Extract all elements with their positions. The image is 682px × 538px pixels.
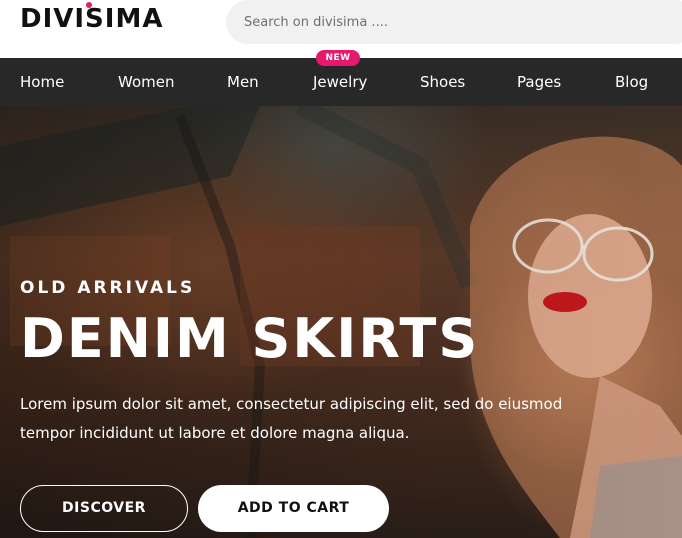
logo-text: DIVISIMA (20, 4, 164, 34)
hero-banner: OLD ARRIVALS DENIM SKIRTS Lorem ipsum do… (0, 106, 682, 538)
hero-headline: DENIM SKIRTS (20, 307, 480, 370)
hero-description-line-1: Lorem ipsum dolor sit amet, consectetur … (20, 395, 563, 413)
add-to-cart-button[interactable]: ADD TO CART (198, 485, 389, 532)
nav-item-pages[interactable]: Pages (517, 58, 561, 106)
logo-accent-dot (86, 2, 92, 8)
search-bar (226, 0, 682, 44)
nav-item-men[interactable]: Men (227, 58, 259, 106)
nav-item-shoes[interactable]: Shoes (420, 58, 465, 106)
nav-item-home[interactable]: Home (20, 58, 64, 106)
nav-item-blog[interactable]: Blog (615, 58, 648, 106)
nav-item-women[interactable]: Women (118, 58, 174, 106)
new-badge: NEW (316, 50, 360, 66)
hero-eyebrow: OLD ARRIVALS (20, 278, 196, 298)
search-input[interactable] (244, 10, 644, 34)
hero-description: Lorem ipsum dolor sit amet, consectetur … (20, 390, 580, 448)
site-logo[interactable]: DIVISIMA (20, 2, 164, 35)
discover-button[interactable]: DISCOVER (20, 485, 188, 532)
hero-description-line-2: tempor incididunt ut labore et dolore ma… (20, 424, 410, 442)
